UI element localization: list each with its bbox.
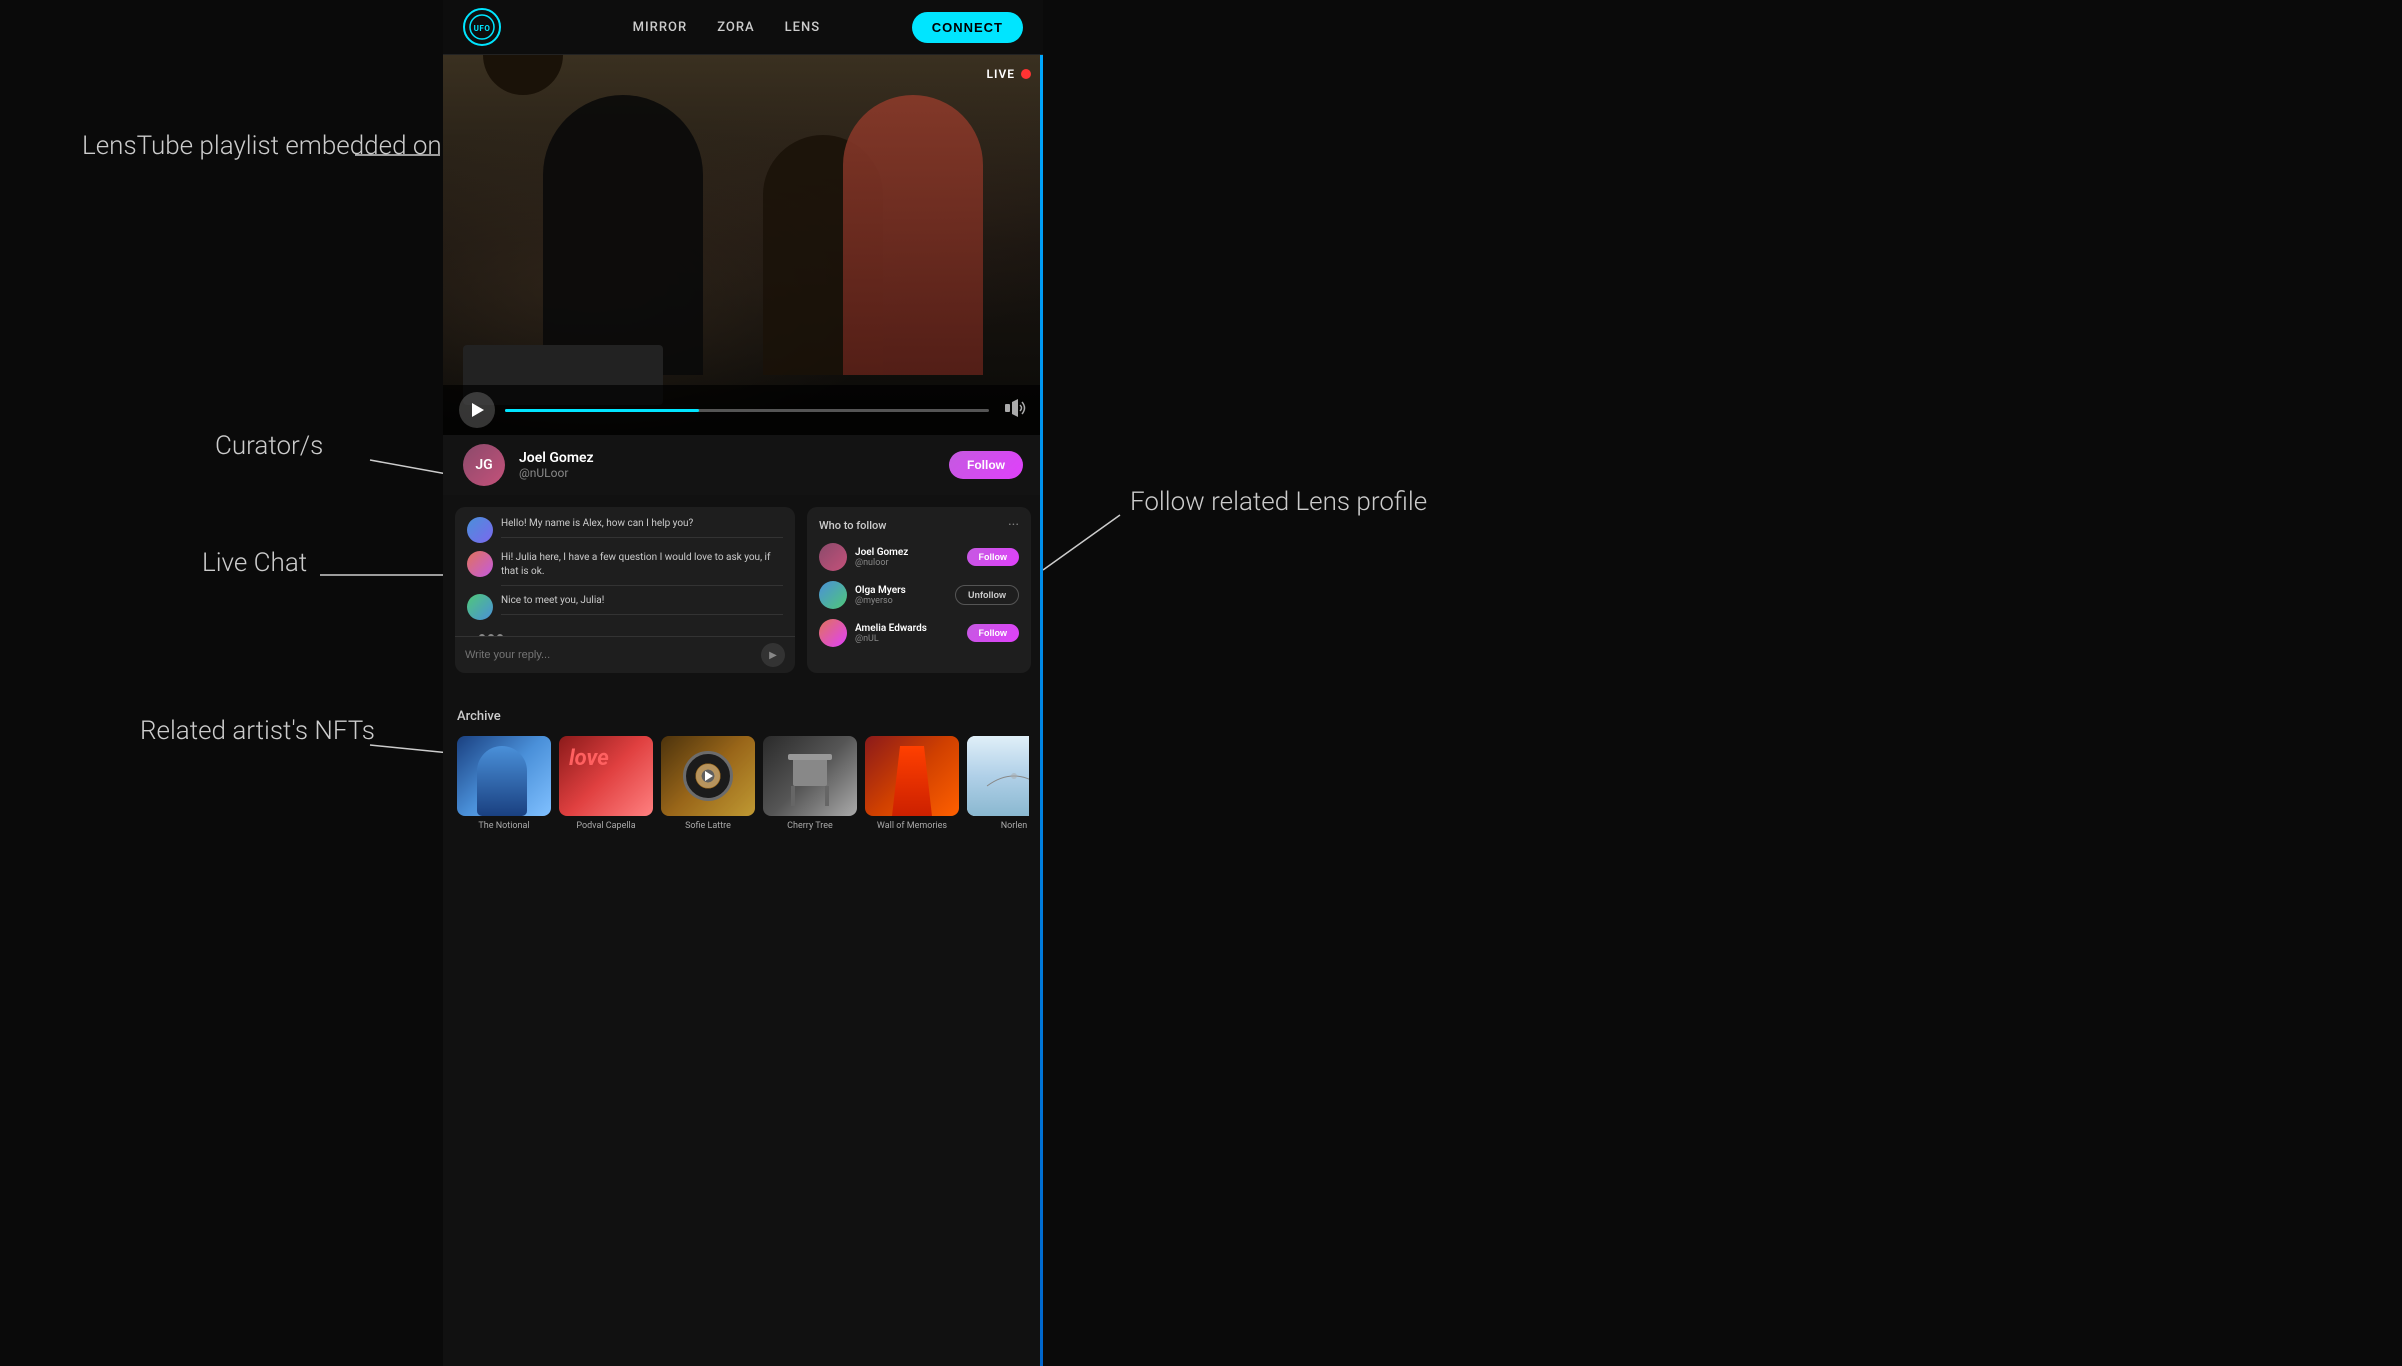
chat-text-3: Nice to meet you, Julia! (501, 594, 783, 615)
archive-thumb-5 (865, 736, 959, 816)
follow-user-1: Joel Gomez @nuloor Follow (819, 543, 1019, 571)
follow-btn-3[interactable]: Follow (967, 624, 1020, 642)
archive-item-6[interactable]: Norlen (967, 736, 1029, 833)
follow-name-3: Amelia Edwards (855, 623, 959, 634)
navbar: UFO MIRROR ZORA LENS CONNECT (443, 0, 1043, 55)
archive-title: Archive (457, 709, 1029, 724)
logo: UFO (463, 8, 501, 46)
dancer-figure (477, 746, 527, 816)
chat-message-2: Hi! Julia here, I have a few question I … (467, 551, 783, 586)
nav-link-lens[interactable]: LENS (785, 20, 820, 35)
app-container: UFO MIRROR ZORA LENS CONNECT LIVE (443, 0, 1043, 1366)
chat-text-2: Hi! Julia here, I have a few question I … (501, 551, 783, 586)
live-dot (1021, 69, 1031, 79)
svg-text:UFO: UFO (474, 24, 491, 33)
chat-avatar-1 (467, 517, 493, 543)
follow-user-3: Amelia Edwards @nUL Follow (819, 619, 1019, 647)
chat-input[interactable] (465, 649, 753, 661)
audio-icon[interactable] (1005, 399, 1027, 422)
play-overlay-3 (661, 736, 755, 816)
curator-follow-button[interactable]: Follow (949, 451, 1023, 479)
curator-name: Joel Gomez (519, 450, 935, 466)
archive-label-5: Wall of Memories (865, 821, 959, 833)
live-badge: LIVE (987, 67, 1032, 81)
follow-info-2: Olga Myers @myerso (855, 585, 947, 606)
archive-item-3[interactable]: Sofie Lattre (661, 736, 755, 833)
curator-handle: @nULoor (519, 466, 935, 480)
typing-indicator (467, 628, 783, 636)
archive-thumb-6 (967, 736, 1029, 816)
chat-message-1: Hello! My name is Alex, how can I help y… (467, 517, 783, 543)
who-to-follow-panel: Who to follow ··· Joel Gomez @nuloor Fol… (807, 507, 1031, 673)
play-button[interactable] (459, 392, 495, 428)
nav-links: MIRROR ZORA LENS (571, 20, 882, 35)
logo-area: UFO (463, 8, 501, 46)
live-label: LIVE (987, 67, 1016, 81)
follow-info-1: Joel Gomez @nuloor (855, 547, 959, 568)
follow-title: Who to follow (819, 519, 886, 532)
archive-label-3: Sofie Lattre (661, 821, 755, 833)
archive-thumb-1 (457, 736, 551, 816)
chat-message-3: Nice to meet you, Julia! (467, 594, 783, 620)
archive-thumb-3 (661, 736, 755, 816)
archive-label-2: Podval Capella (559, 821, 653, 833)
chat-avatar-3 (467, 594, 493, 620)
content-area: Hello! My name is Alex, how can I help y… (443, 495, 1043, 685)
archive-label-1: The Notional (457, 821, 551, 833)
video-container: LIVE (443, 55, 1043, 435)
follow-more-icon[interactable]: ··· (1008, 517, 1019, 533)
follow-avatar-3 (819, 619, 847, 647)
follow-btn-1[interactable]: Follow (967, 548, 1020, 566)
curator-avatar: JG (463, 444, 505, 486)
follow-user-2: Olga Myers @myerso Unfollow (819, 581, 1019, 609)
play-icon (472, 403, 484, 417)
archive-thumb-2: love (559, 736, 653, 816)
archive-item-1[interactable]: The Notional (457, 736, 551, 833)
follow-header: Who to follow ··· (819, 517, 1019, 533)
annotation-follow-lens: Follow related Lens profile (1130, 487, 1427, 517)
video-controls (443, 385, 1043, 435)
curator-info: Joel Gomez @nULoor (519, 450, 935, 480)
archive-thumb-4 (763, 736, 857, 816)
script-text: love (569, 746, 609, 771)
nav-link-zora[interactable]: ZORA (717, 20, 754, 35)
archive-item-5[interactable]: Wall of Memories (865, 736, 959, 833)
annotation-curator: Curator/s (215, 430, 323, 464)
follow-handle-2: @myerso (855, 596, 947, 606)
red-dress (892, 746, 932, 816)
curator-section: JG Joel Gomez @nULoor Follow (443, 435, 1043, 495)
chat-input-area: ▶ (455, 636, 795, 673)
archive-grid: The Notional love Podval Capella S (457, 736, 1029, 833)
follow-avatar-1 (819, 543, 847, 571)
video-background: LIVE (443, 55, 1043, 435)
chat-panel: Hello! My name is Alex, how can I help y… (455, 507, 795, 673)
archive-section: Archive The Notional love Podval Capella (443, 695, 1043, 847)
right-border (1040, 0, 1043, 1366)
nav-link-mirror[interactable]: MIRROR (633, 20, 688, 35)
follow-name-2: Olga Myers (855, 585, 947, 596)
annotation-nfts: Related artist's NFTs (140, 715, 375, 749)
progress-bar[interactable] (505, 409, 989, 412)
follow-handle-1: @nuloor (855, 558, 959, 568)
follow-info-3: Amelia Edwards @nUL (855, 623, 959, 644)
follow-name-1: Joel Gomez (855, 547, 959, 558)
archive-label-6: Norlen (967, 821, 1029, 833)
annotation-live-chat: Live Chat (202, 547, 307, 581)
archive-item-2[interactable]: love Podval Capella (559, 736, 653, 833)
follow-avatar-2 (819, 581, 847, 609)
chat-send-button[interactable]: ▶ (761, 643, 785, 667)
chat-text-1: Hello! My name is Alex, how can I help y… (501, 517, 783, 538)
archive-item-4[interactable]: Cherry Tree (763, 736, 857, 833)
follow-btn-2[interactable]: Unfollow (955, 585, 1019, 605)
progress-fill (505, 409, 699, 412)
connect-button[interactable]: CONNECT (912, 12, 1023, 43)
play-icon-3 (696, 764, 720, 788)
chat-avatar-2 (467, 551, 493, 577)
archive-label-4: Cherry Tree (763, 821, 857, 833)
play-tri-3 (705, 771, 713, 781)
follow-handle-3: @nUL (855, 634, 959, 644)
person-1 (543, 95, 703, 375)
person-3 (843, 95, 983, 375)
chat-messages: Hello! My name is Alex, how can I help y… (455, 507, 795, 636)
